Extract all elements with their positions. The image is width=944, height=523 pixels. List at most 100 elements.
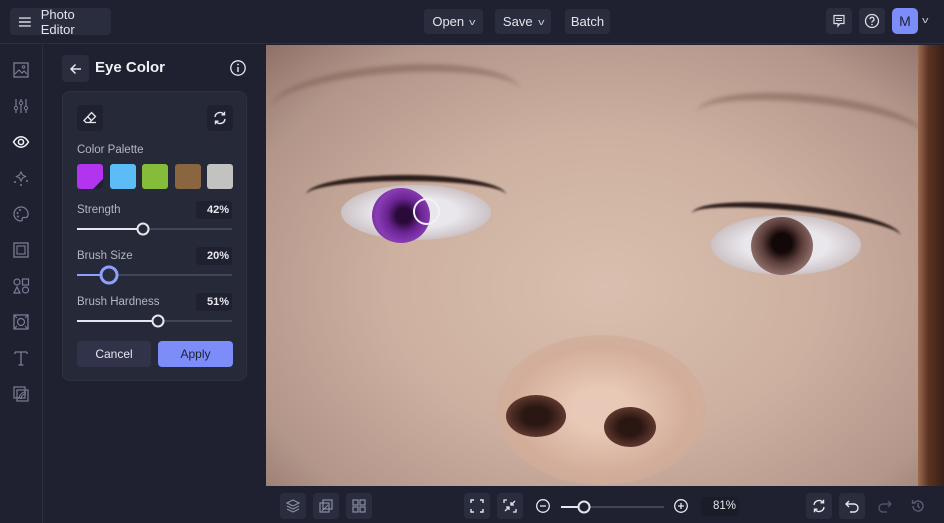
color-palette-label: Color Palette bbox=[77, 144, 144, 156]
brush-hardness-value[interactable]: 51% bbox=[196, 293, 232, 311]
actual-size-button[interactable] bbox=[497, 493, 523, 519]
texture-icon bbox=[13, 386, 29, 402]
tool-rail bbox=[0, 45, 43, 523]
zoom-out-button[interactable] bbox=[530, 493, 556, 519]
eye-icon bbox=[12, 136, 30, 148]
color-swatch[interactable] bbox=[110, 164, 136, 189]
frame-icon bbox=[13, 242, 29, 258]
sidebar-item-frames[interactable] bbox=[9, 238, 33, 262]
color-swatch[interactable] bbox=[142, 164, 168, 189]
overlay-icon bbox=[13, 314, 29, 330]
batch-button[interactable]: Batch bbox=[565, 9, 610, 34]
open-button[interactable]: Open v bbox=[424, 9, 483, 34]
redo-icon bbox=[878, 500, 892, 513]
brush-size-value[interactable]: 20% bbox=[196, 247, 232, 265]
color-swatch[interactable] bbox=[175, 164, 201, 189]
text-icon bbox=[14, 351, 28, 366]
sparkle-icon bbox=[14, 170, 28, 186]
refresh-icon bbox=[813, 499, 825, 513]
zoom-level[interactable]: 81% bbox=[701, 497, 739, 516]
sidebar-item-graphics[interactable] bbox=[9, 274, 33, 298]
sidebar-item-effects[interactable] bbox=[9, 166, 33, 190]
left-eyebrow bbox=[268, 56, 524, 144]
brush-size-slider-thumb[interactable] bbox=[99, 265, 119, 285]
reset-image-button[interactable] bbox=[806, 493, 832, 519]
account-chevron-down-icon[interactable]: v bbox=[922, 15, 928, 25]
photo-canvas[interactable] bbox=[266, 45, 944, 486]
brush-hardness-label: Brush Hardness bbox=[77, 296, 160, 308]
hair-strands bbox=[918, 45, 944, 486]
undo-button[interactable] bbox=[839, 493, 865, 519]
brush-hardness-slider[interactable] bbox=[77, 314, 232, 328]
reset-button[interactable] bbox=[207, 105, 233, 131]
layers-button[interactable] bbox=[280, 493, 306, 519]
redo-button[interactable] bbox=[872, 493, 898, 519]
collapse-icon bbox=[503, 499, 517, 513]
sidebar-item-overlays[interactable] bbox=[9, 310, 33, 334]
sidebar-item-text[interactable] bbox=[9, 346, 33, 370]
history-button[interactable] bbox=[905, 493, 931, 519]
top-bar: Photo Editor Open v Save v Batch M v bbox=[0, 0, 944, 44]
settings-card bbox=[62, 91, 247, 381]
save-button[interactable]: Save v bbox=[495, 9, 551, 34]
refresh-icon bbox=[214, 111, 226, 125]
info-icon[interactable] bbox=[229, 59, 247, 77]
color-swatch[interactable] bbox=[77, 164, 103, 189]
zoom-slider-thumb[interactable] bbox=[577, 500, 591, 514]
brush-hardness-slider-fill bbox=[77, 320, 158, 322]
strength-value[interactable]: 42% bbox=[196, 201, 232, 219]
arrow-left-icon bbox=[69, 63, 81, 74]
brush-hardness-slider-thumb[interactable] bbox=[151, 314, 165, 328]
panel-title: Eye Color bbox=[95, 59, 166, 76]
feedback-icon bbox=[833, 14, 845, 28]
apply-button[interactable]: Apply bbox=[158, 341, 233, 367]
selected-indicator-icon bbox=[93, 179, 103, 189]
expand-icon bbox=[470, 499, 484, 513]
layers-icon bbox=[285, 499, 301, 513]
right-eyebrow bbox=[693, 83, 929, 167]
chevron-down-icon: v bbox=[469, 16, 476, 27]
sidebar-item-textures[interactable] bbox=[9, 382, 33, 406]
sidebar-item-image[interactable] bbox=[9, 58, 33, 82]
grid-icon bbox=[352, 499, 366, 513]
avatar-initial: M bbox=[899, 13, 911, 29]
right-nostril bbox=[604, 407, 656, 447]
compare-button[interactable] bbox=[313, 493, 339, 519]
strength-label: Strength bbox=[77, 204, 121, 216]
sidebar-item-artsy[interactable] bbox=[9, 202, 33, 226]
brush-size-slider[interactable] bbox=[77, 265, 232, 285]
strength-slider-thumb[interactable] bbox=[136, 222, 150, 236]
history-icon bbox=[911, 500, 924, 512]
help-button[interactable] bbox=[859, 8, 885, 34]
brush-size-label: Brush Size bbox=[77, 250, 133, 262]
strength-slider[interactable] bbox=[77, 222, 232, 236]
sidebar-item-adjust[interactable] bbox=[9, 94, 33, 118]
undo-icon bbox=[845, 500, 859, 513]
cancel-button[interactable]: Cancel bbox=[77, 341, 151, 367]
main-menu-button[interactable]: Photo Editor bbox=[10, 6, 111, 37]
right-iris-brown bbox=[751, 217, 813, 275]
eraser-button[interactable] bbox=[77, 105, 103, 131]
zoom-in-icon bbox=[674, 499, 688, 513]
image-icon bbox=[13, 62, 29, 78]
user-avatar[interactable]: M bbox=[892, 8, 918, 34]
zoom-in-button[interactable] bbox=[668, 493, 694, 519]
sidebar-item-touch-up[interactable] bbox=[9, 130, 33, 154]
save-label: Save bbox=[502, 14, 533, 29]
zoom-out-icon bbox=[536, 499, 550, 513]
sliders-icon bbox=[13, 99, 29, 113]
eraser-icon bbox=[83, 111, 97, 124]
fit-screen-button[interactable] bbox=[464, 493, 490, 519]
back-button[interactable] bbox=[62, 55, 89, 82]
batch-label: Batch bbox=[570, 14, 605, 29]
hamburger-icon bbox=[18, 16, 31, 27]
feedback-button[interactable] bbox=[826, 8, 852, 34]
grid-button[interactable] bbox=[346, 493, 372, 519]
zoom-slider[interactable] bbox=[561, 500, 664, 514]
brush-cursor bbox=[413, 198, 440, 225]
palette-icon bbox=[13, 206, 29, 222]
help-icon bbox=[864, 13, 880, 29]
shapes-icon bbox=[13, 278, 30, 294]
app-title: Photo Editor bbox=[40, 6, 75, 37]
color-swatch[interactable] bbox=[207, 164, 233, 189]
